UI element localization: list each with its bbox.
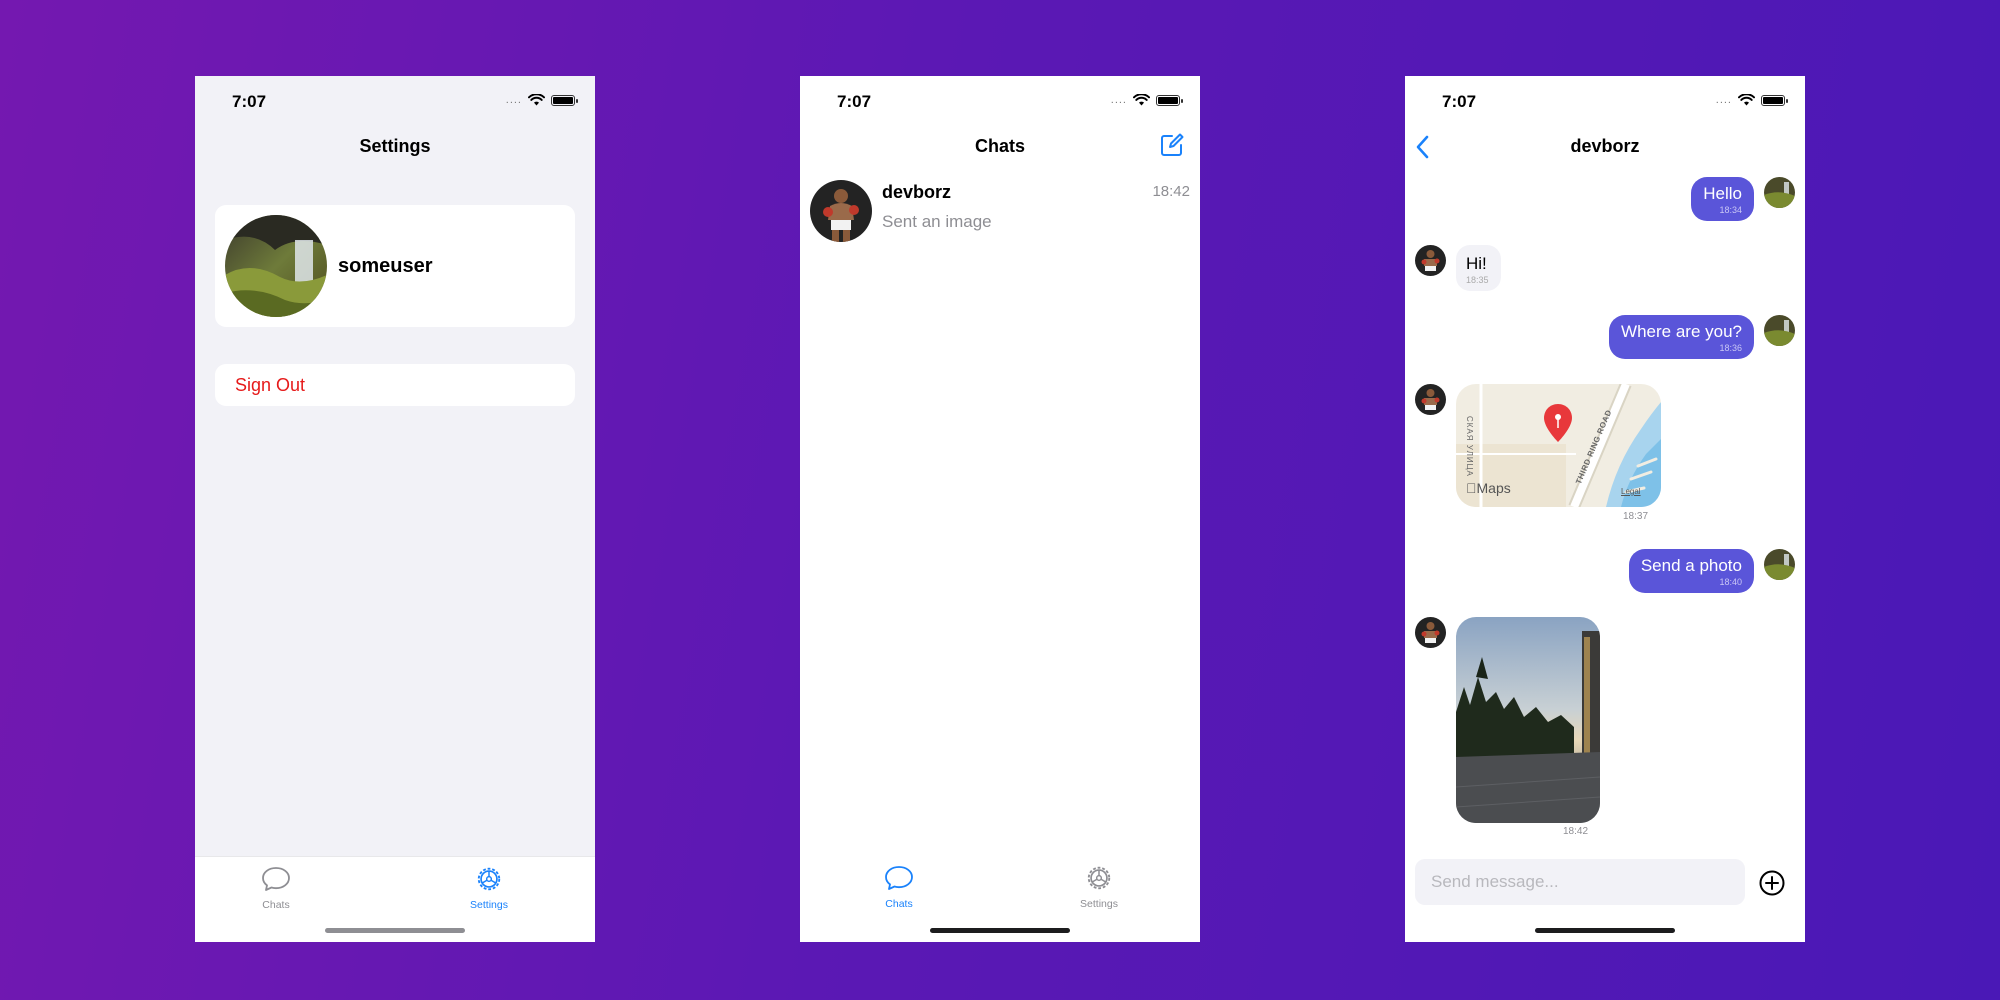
status-time: 7:07: [837, 92, 872, 111]
avatar: [810, 180, 872, 242]
message-time: 18:37: [1623, 511, 1649, 522]
conversation-preview: Sent an image: [882, 212, 992, 231]
status-time: 7:07: [232, 92, 267, 111]
add-attachment-button[interactable]: [1759, 870, 1785, 901]
status-bar: 7:07 ....: [1405, 76, 1805, 126]
message-input[interactable]: [1415, 859, 1745, 905]
conversation-time: 18:42: [1152, 183, 1190, 200]
status-icons: ....: [1715, 94, 1788, 106]
plus-circle-icon: [1759, 870, 1785, 896]
conversation-screen: 7:07 .... devborz Hello 18:34 Hi! 18:35: [1405, 76, 1805, 942]
sign-out-button[interactable]: Sign Out: [215, 364, 575, 406]
status-icons: ....: [1110, 94, 1183, 106]
tab-settings[interactable]: Settings: [449, 865, 529, 911]
avatar: [1415, 617, 1446, 648]
message-time: 18:35: [1466, 275, 1489, 285]
tab-settings-label: Settings: [470, 899, 508, 911]
profile-username: someuser: [338, 254, 433, 277]
message-time: 18:34: [1719, 205, 1742, 215]
message-time: 18:36: [1719, 343, 1742, 353]
status-time: 7:07: [1442, 92, 1477, 111]
status-bar: 7:07 ....: [800, 76, 1200, 126]
wifi-icon: [1738, 94, 1755, 106]
message-composer: [1405, 849, 1805, 919]
page-title: devborz: [1570, 136, 1640, 156]
tab-settings[interactable]: Settings: [1059, 864, 1139, 910]
signal-icon: ....: [505, 94, 522, 106]
wifi-icon: [1133, 94, 1150, 106]
message-text: Send a photo: [1640, 556, 1742, 575]
message-time: 18:42: [1563, 826, 1589, 837]
message-text: Where are you?: [1621, 322, 1742, 341]
message-bubble-outgoing[interactable]: Hello 18:34: [1691, 177, 1754, 221]
wifi-icon: [528, 94, 545, 106]
tab-chats-label: Chats: [885, 898, 913, 910]
tab-chats[interactable]: Chats: [859, 864, 939, 910]
conversation-name: devborz: [882, 182, 952, 202]
avatar: [1764, 177, 1795, 208]
settings-screen: 7:07 .... Settings someuser Sign Out Cha…: [195, 76, 595, 942]
message-text: Hello: [1703, 184, 1742, 203]
profile-avatar[interactable]: [225, 215, 327, 317]
avatar: [1764, 549, 1795, 580]
signal-icon: ....: [1110, 94, 1127, 106]
tab-chats[interactable]: Chats: [236, 865, 316, 911]
tab-settings-label: Settings: [1080, 898, 1118, 910]
page-title: Settings: [359, 136, 431, 156]
home-indicator: [325, 928, 465, 933]
compose-button[interactable]: [1159, 132, 1185, 163]
chat-bubble-icon: [262, 867, 290, 891]
home-indicator: [1535, 928, 1675, 933]
message-text: Hi!: [1466, 254, 1487, 273]
tab-chats-label: Chats: [262, 899, 290, 911]
chats-screen: 7:07 .... Chats devborz Sent an image 18…: [800, 76, 1200, 942]
maps-brand: Maps: [1466, 480, 1511, 496]
conversation-row[interactable]: devborz Sent an image 18:42: [800, 178, 1200, 248]
avatar: [1415, 245, 1446, 276]
page-title: Chats: [974, 136, 1025, 156]
chat-bubble-icon: [885, 866, 913, 890]
location-map[interactable]: СКАЯ УЛИЦА THIRD RING ROAD Maps Legal: [1456, 384, 1661, 507]
gear-icon: [477, 867, 501, 891]
message-bubble-outgoing[interactable]: Where are you? 18:36: [1609, 315, 1754, 359]
gear-icon: [1087, 866, 1111, 890]
profile-card[interactable]: someuser: [215, 205, 575, 327]
avatar: [1764, 315, 1795, 346]
avatar: [1415, 384, 1446, 415]
message-time: 18:40: [1719, 577, 1742, 587]
battery-icon: [551, 94, 578, 106]
message-bubble-outgoing[interactable]: Send a photo 18:40: [1628, 549, 1754, 593]
message-bubble-incoming[interactable]: Hi! 18:35: [1456, 245, 1501, 291]
message-photo[interactable]: [1456, 617, 1600, 823]
battery-icon: [1761, 94, 1788, 106]
battery-icon: [1156, 94, 1183, 106]
home-indicator: [930, 928, 1070, 933]
status-bar: 7:07 ....: [195, 76, 595, 126]
compose-icon: [1161, 133, 1184, 156]
signal-icon: ....: [1715, 94, 1732, 106]
map-street-label: СКАЯ УЛИЦА: [1465, 416, 1474, 477]
status-icons: ....: [505, 94, 578, 106]
map-legal-link[interactable]: Legal: [1621, 487, 1641, 496]
